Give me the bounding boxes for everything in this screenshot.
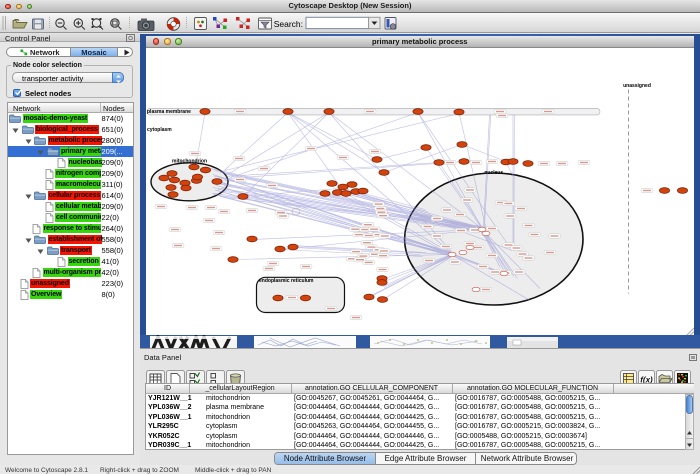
svg-text:endoplasmic reticulum: endoplasmic reticulum <box>259 278 314 284</box>
svg-text:mitochondrion: mitochondrion <box>172 158 207 164</box>
svg-text:Search:: Search: <box>274 19 303 29</box>
svg-text:unassigned: unassigned <box>623 83 651 89</box>
svg-text:nucleus: nucleus <box>484 170 503 176</box>
svg-text:plasma membrane: plasma membrane <box>147 109 191 115</box>
svg-text:cytoplasm: cytoplasm <box>147 127 172 133</box>
